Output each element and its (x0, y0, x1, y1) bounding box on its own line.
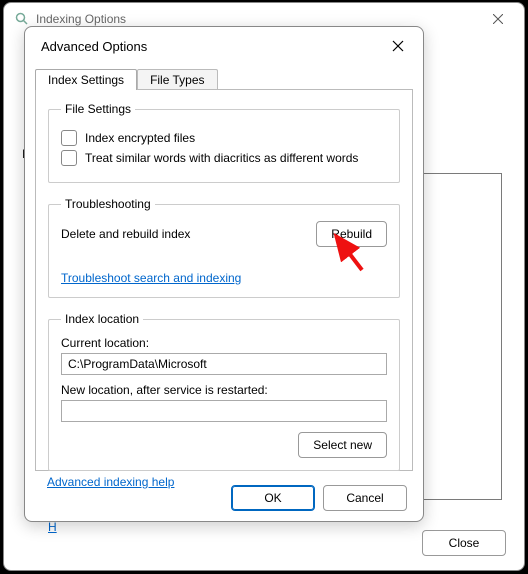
new-location-field[interactable] (61, 400, 387, 422)
diacritics-label: Treat similar words with diacritics as d… (85, 151, 358, 165)
advanced-options-window: Advanced Options Index Settings File Typ… (24, 26, 424, 522)
diacritics-checkbox[interactable] (61, 150, 77, 166)
current-location-label: Current location: (61, 336, 387, 350)
advanced-help-link[interactable]: Advanced indexing help (47, 475, 174, 489)
troubleshooting-legend: Troubleshooting (61, 197, 155, 211)
index-location-legend: Index location (61, 312, 143, 326)
diacritics-row: Treat similar words with diacritics as d… (61, 150, 387, 166)
dialog-button-row: OK Cancel (231, 485, 407, 511)
child-window-title: Advanced Options (41, 39, 147, 54)
parent-title-area: Indexing Options (14, 11, 126, 27)
file-settings-legend: File Settings (61, 102, 135, 116)
tab-strip: Index Settings File Types (35, 65, 413, 89)
rebuild-label: Delete and rebuild index (61, 227, 190, 241)
cancel-button[interactable]: Cancel (323, 485, 407, 511)
index-encrypted-checkbox[interactable] (61, 130, 77, 146)
rebuild-button[interactable]: Rebuild (316, 221, 387, 247)
tab-index-settings[interactable]: Index Settings (35, 69, 137, 90)
child-titlebar: Advanced Options (25, 27, 423, 65)
magnifier-icon (14, 11, 30, 27)
parent-window-title: Indexing Options (36, 12, 126, 26)
index-settings-panel: File Settings Index encrypted files Trea… (35, 89, 413, 471)
parent-help-link[interactable]: H (48, 520, 57, 534)
troubleshoot-link[interactable]: Troubleshoot search and indexing (61, 271, 241, 285)
ok-button[interactable]: OK (231, 485, 315, 511)
close-button[interactable] (383, 31, 413, 61)
new-location-label: New location, after service is restarted… (61, 383, 387, 397)
index-encrypted-row: Index encrypted files (61, 130, 387, 146)
parent-close-bottom-button[interactable]: Close (422, 530, 506, 556)
tab-file-types[interactable]: File Types (137, 69, 217, 90)
current-location-field[interactable] (61, 353, 387, 375)
troubleshooting-group: Troubleshooting Delete and rebuild index… (48, 197, 400, 298)
file-settings-group: File Settings Index encrypted files Trea… (48, 102, 400, 183)
index-location-group: Index location Current location: New loc… (48, 312, 400, 471)
rebuild-row: Delete and rebuild index Rebuild (61, 221, 387, 247)
select-new-row: Select new (61, 432, 387, 458)
select-new-button[interactable]: Select new (298, 432, 387, 458)
index-encrypted-label: Index encrypted files (85, 131, 195, 145)
parent-button-row: Close (422, 530, 506, 556)
parent-close-button[interactable] (478, 5, 518, 33)
